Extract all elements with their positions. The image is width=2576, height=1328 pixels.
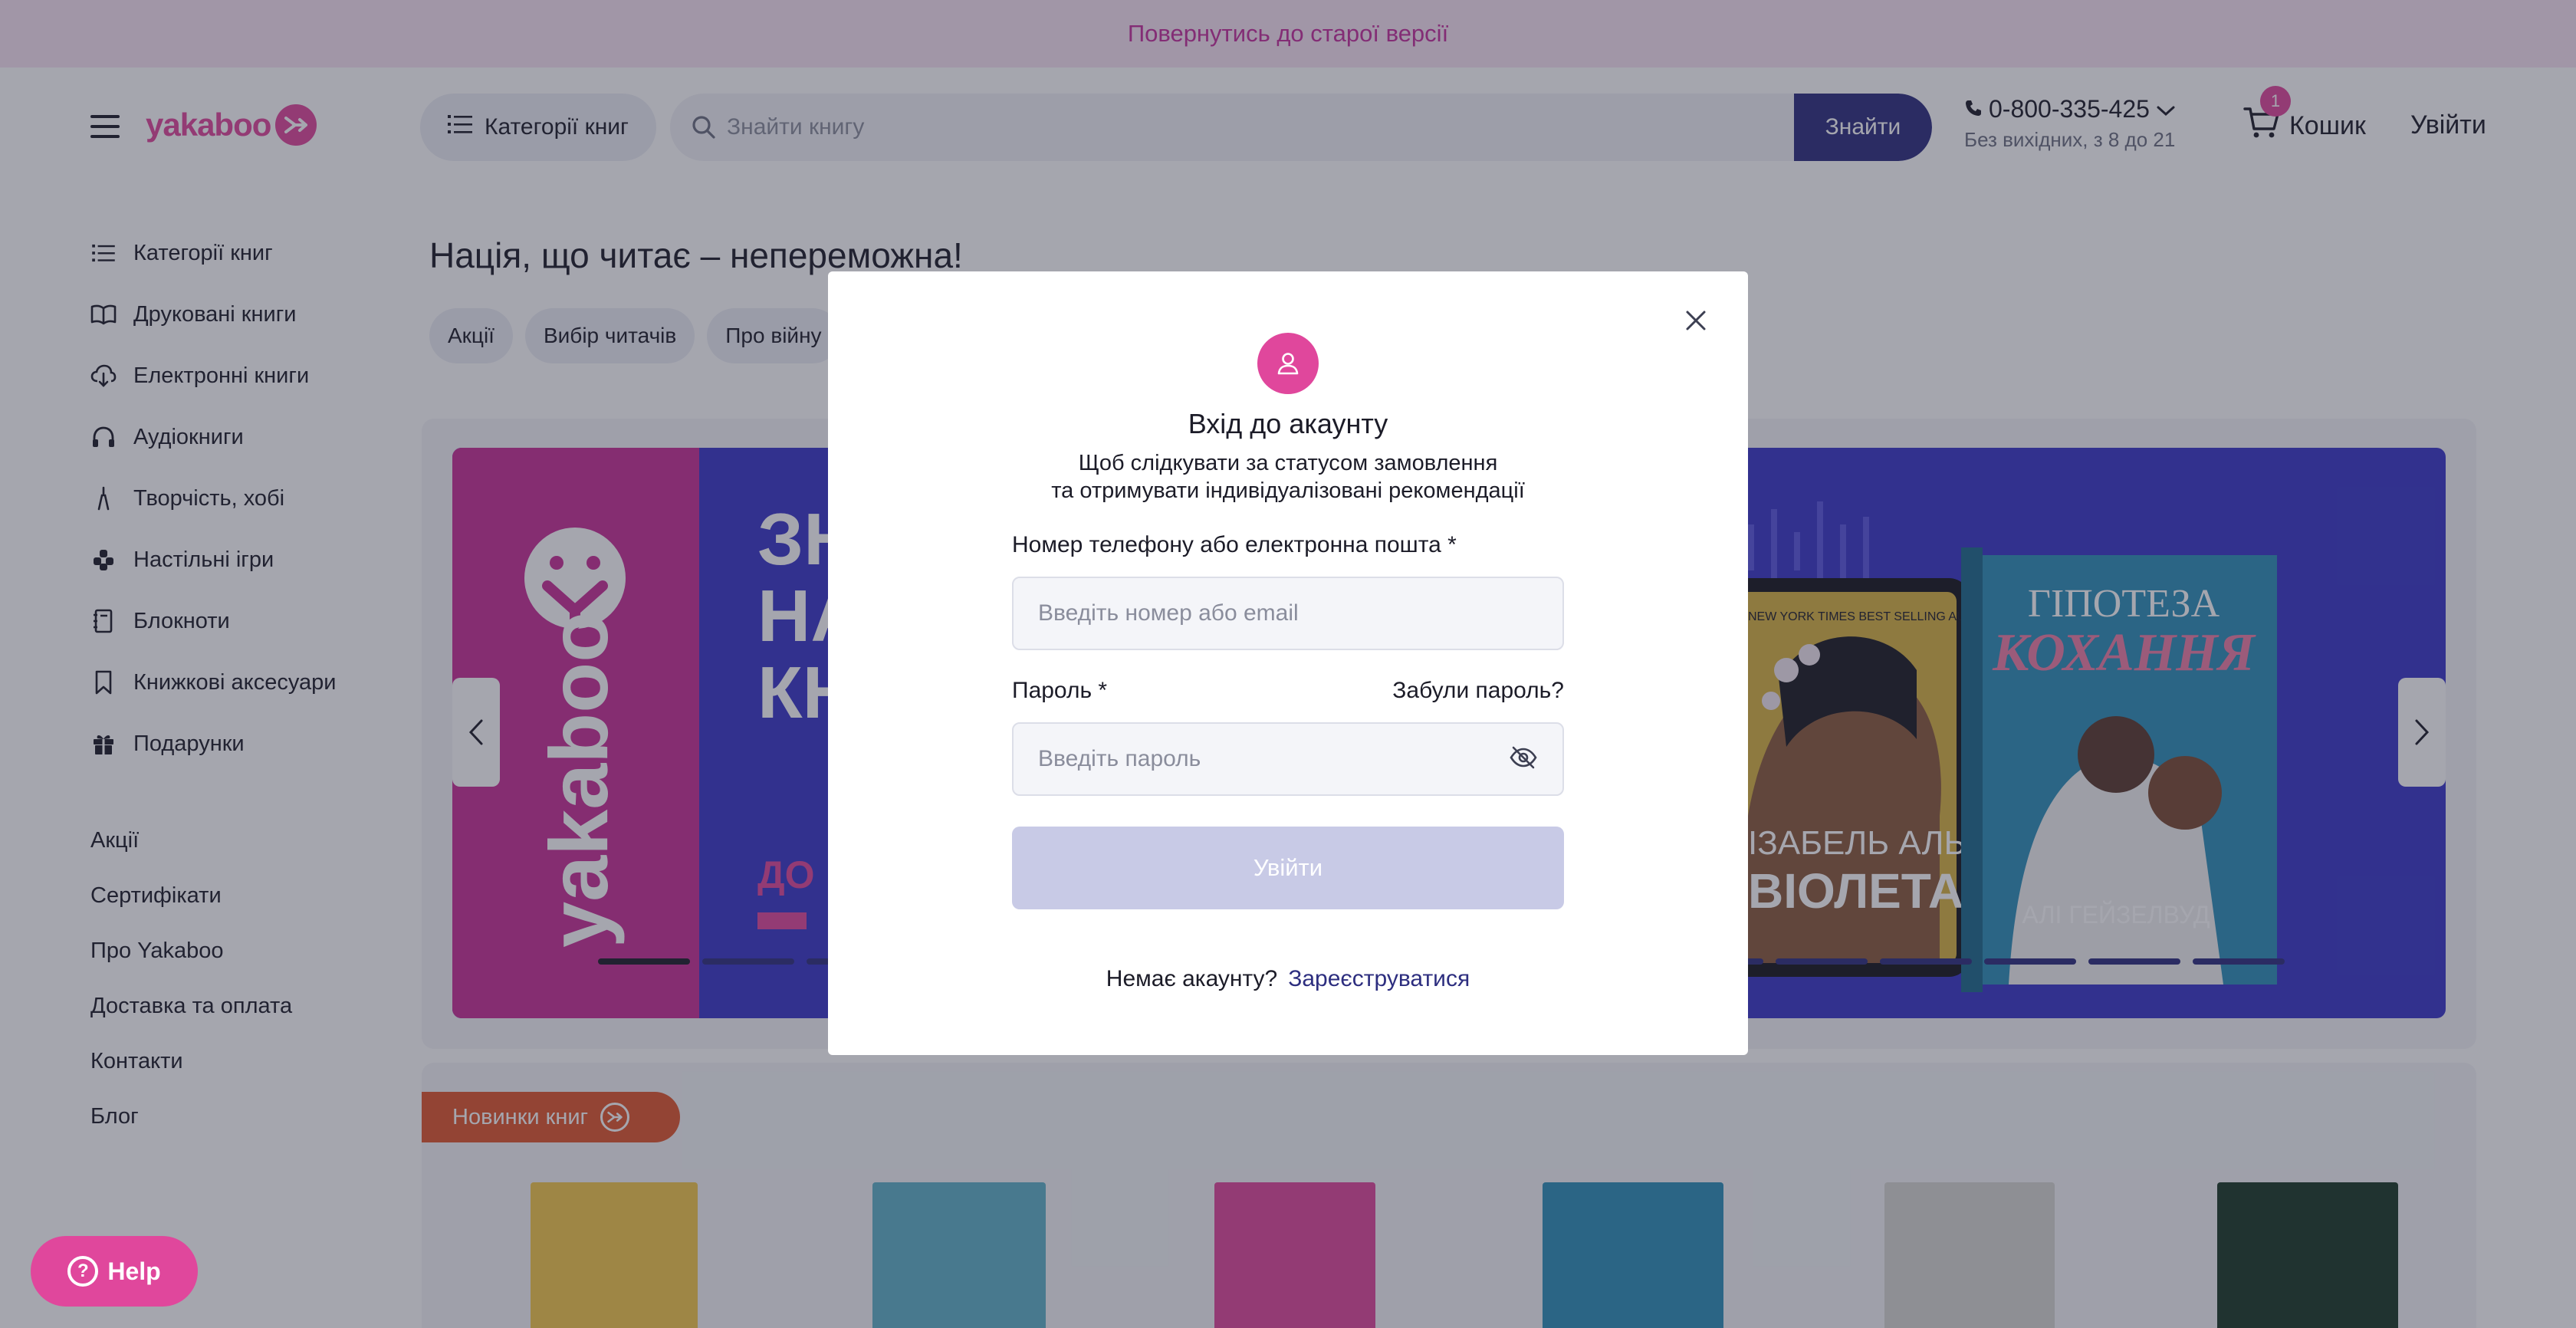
no-account-text: Немає акаунту? <box>1106 966 1278 991</box>
password-field-label: Пароль * <box>1012 678 1108 703</box>
password-input[interactable] <box>1038 746 1509 772</box>
close-icon[interactable] <box>1681 305 1711 336</box>
password-field <box>1012 722 1564 796</box>
register-link[interactable]: Зареєструватися <box>1288 966 1470 992</box>
login-modal: Вхід до акаунту Щоб слідкувати за статус… <box>828 271 1748 1055</box>
login-input[interactable] <box>1038 600 1538 626</box>
modal-title: Вхід до акаунту <box>1188 408 1388 439</box>
eye-off-icon[interactable] <box>1509 746 1538 773</box>
register-row: Немає акаунту? Зареєструватися <box>828 966 1748 992</box>
question-icon: ? <box>67 1256 99 1287</box>
help-button[interactable]: ? Help <box>31 1236 198 1307</box>
login-field-label: Номер телефону або електронна пошта * <box>1012 532 1457 557</box>
modal-subtitle-line: та отримувати індивідуалізовані рекоменд… <box>1051 478 1525 503</box>
help-label: Help <box>107 1257 161 1285</box>
modal-subtitle-line: Щоб слідкувати за статусом замовлення <box>1078 451 1498 475</box>
login-submit-button[interactable]: Увійти <box>1012 827 1564 909</box>
login-field <box>1012 577 1564 650</box>
forgot-password-link[interactable]: Забули пароль? <box>1392 678 1564 704</box>
modal-subtitle: Щоб слідкувати за статусом замовлення та… <box>828 449 1748 505</box>
user-icon <box>1257 333 1319 394</box>
